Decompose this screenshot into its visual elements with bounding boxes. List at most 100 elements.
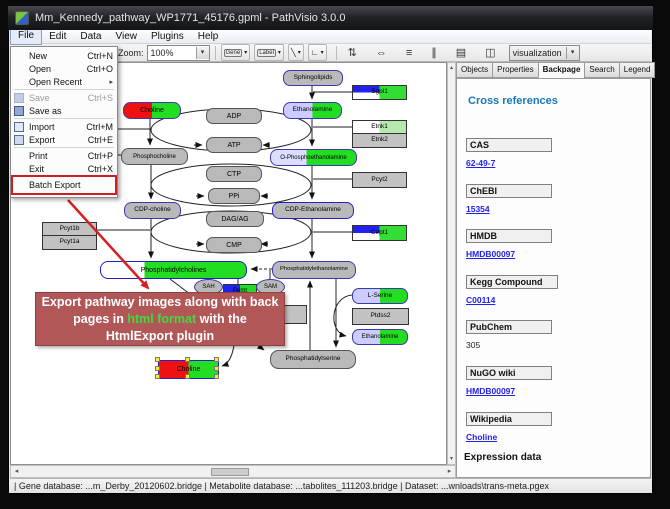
xref-value: 305 <box>466 340 480 350</box>
menu-item-open[interactable]: OpenCtrl+O <box>11 62 117 75</box>
menu-item-save-as[interactable]: Save as <box>11 104 117 117</box>
chevron-down-icon[interactable]: ▾ <box>196 47 209 59</box>
new-file-icon <box>14 51 29 61</box>
tab-backpage[interactable]: Backpage <box>538 62 586 78</box>
pathway-node-choline-top[interactable]: Choline <box>123 102 181 119</box>
label-tool[interactable]: Label▾ <box>254 44 284 61</box>
scroll-right-icon[interactable]: ▸ <box>444 466 455 477</box>
pathway-node-cdp-ethanolamine[interactable]: CDP-Ethanolamine <box>272 202 354 219</box>
xref-link[interactable]: Choline <box>466 432 497 442</box>
line-tool[interactable]: ╲▾ <box>288 44 304 61</box>
menubar-item-file[interactable]: File <box>10 29 42 45</box>
canvas-horizontal-scrollbar[interactable]: ◂ ▸ <box>10 465 456 478</box>
pathway-node-cept1[interactable]: Cept1 <box>352 225 407 241</box>
menubar-item-data[interactable]: Data <box>73 30 108 44</box>
xref-link[interactable]: 62-49-7 <box>466 158 495 168</box>
pathway-node-pcyt1a[interactable]: Pcyt1a <box>42 235 97 250</box>
menu-item-open-recent[interactable]: Open Recent▸ <box>11 75 117 88</box>
pathway-node-phosphatidylserine[interactable]: Phosphatidylserine <box>270 350 356 369</box>
status-text: | Gene database: ...m_Derby_20120602.bri… <box>14 481 549 491</box>
pathway-node-phosphatidylethanolamine[interactable]: Phosphatidylethanolamine <box>272 261 356 279</box>
pathway-node-dag-ag[interactable]: DAG/AG <box>206 211 264 227</box>
node-label: CTP <box>227 171 241 178</box>
tab-legend[interactable]: Legend <box>619 62 656 78</box>
selection-handle[interactable] <box>155 374 160 379</box>
connector-tool[interactable]: ∟▾ <box>308 44 327 61</box>
menu-item-print[interactable]: PrintCtrl+P <box>11 149 117 162</box>
pathway-node-cdp-choline[interactable]: CDP-choline <box>124 202 181 219</box>
pathway-node-adp[interactable]: ADP <box>206 108 262 124</box>
align-center-horizontal-icon[interactable]: ⇔ <box>370 45 393 61</box>
common-height-icon[interactable]: ◫ <box>479 45 501 61</box>
node-label: L-Serine <box>368 293 393 300</box>
scroll-down-icon[interactable]: ▾ <box>448 454 455 464</box>
pathway-node-cmp[interactable]: CMP <box>206 237 262 253</box>
scrollbar-thumb[interactable] <box>211 468 249 476</box>
scroll-left-icon[interactable]: ◂ <box>11 466 22 477</box>
node-label: CMP <box>226 242 242 249</box>
canvas-vertical-scrollbar[interactable]: ▴ ▾ <box>447 62 456 465</box>
pathway-node-phosphatidylcholines[interactable]: Phosphatidylcholines <box>100 261 247 279</box>
pathway-node-atp[interactable]: ATP <box>206 137 262 153</box>
distribute-rows-icon[interactable]: ≡ <box>400 45 418 61</box>
selection-handle[interactable] <box>214 357 219 362</box>
save-as-icon <box>14 106 24 116</box>
menubar-item-view[interactable]: View <box>108 30 144 44</box>
selection-handle[interactable] <box>214 366 219 371</box>
pathway-node-ptdss2[interactable]: Ptdss2 <box>352 308 409 325</box>
xref-link[interactable]: HMDB00097 <box>466 386 515 396</box>
align-center-vertical-icon[interactable]: ⇅ <box>342 45 363 61</box>
pathway-node-phosphocholine[interactable]: Phosphocholine <box>121 148 188 165</box>
node-label: Ptdss2 <box>371 313 391 320</box>
status-bar: | Gene database: ...m_Derby_20120602.bri… <box>10 478 651 493</box>
pathway-node-ethanolamine-bottom[interactable]: Ethanolamine <box>352 329 408 345</box>
tab-objects[interactable]: Objects <box>456 62 493 78</box>
xref-link[interactable]: 15354 <box>466 204 490 214</box>
common-width-icon[interactable]: ▤ <box>450 45 472 61</box>
menu-item-batch-export[interactable]: Batch Export <box>11 175 117 195</box>
chevron-down-icon[interactable]: ▾ <box>321 49 324 56</box>
menu-item-new[interactable]: NewCtrl+N <box>11 49 117 62</box>
visualization-combobox[interactable]: visualization ▾ <box>509 45 580 61</box>
pathway-node-ppi[interactable]: PPi <box>208 188 260 204</box>
menu-item-label: Batch Export <box>29 180 81 190</box>
pathway-node-l-serine[interactable]: L-Serine <box>352 288 408 304</box>
chevron-down-icon[interactable]: ▾ <box>566 47 579 59</box>
menubar-item-edit[interactable]: Edit <box>42 30 73 44</box>
gene-node-tool[interactable]: Gene▾ <box>221 44 251 61</box>
node-label: Sphingolipids <box>294 75 333 82</box>
menu-item-export[interactable]: ExportCtrl+E <box>11 133 117 146</box>
xref-link[interactable]: HMDB00097 <box>466 249 515 259</box>
tab-search[interactable]: Search <box>584 62 619 78</box>
pathway-node-o-phosphoethanolamine[interactable]: O-Phosphoethanolamine <box>270 149 357 166</box>
chevron-down-icon[interactable]: ▾ <box>244 49 247 56</box>
menubar-item-help[interactable]: Help <box>191 30 226 44</box>
menu-item-exit[interactable]: ExitCtrl+X <box>11 162 117 175</box>
selection-handle[interactable] <box>185 374 190 379</box>
selection-handle[interactable] <box>155 366 160 371</box>
pathway-node-etnk2[interactable]: Etnk2 <box>352 133 407 148</box>
node-label: Etnk1 <box>371 124 388 131</box>
zoom-combobox[interactable]: 100% ▾ <box>147 45 210 61</box>
xref-section-hmdb: HMDB <box>466 229 552 243</box>
selection-handle[interactable] <box>214 374 219 379</box>
menu-item-import[interactable]: ImportCtrl+M <box>11 120 117 133</box>
pathway-node-ethanolamine-top[interactable]: Ethanolamine <box>283 102 342 119</box>
pathway-node-sgpl1[interactable]: Sgpl1 <box>352 85 407 100</box>
tab-properties[interactable]: Properties <box>492 62 538 78</box>
menu-item-label: Import <box>29 122 55 132</box>
pathway-node-ctp[interactable]: CTP <box>206 166 262 182</box>
distribute-columns-icon[interactable]: ∥ <box>425 45 443 61</box>
chevron-down-icon[interactable]: ▾ <box>278 49 281 56</box>
pathway-node-pcyt2[interactable]: Pcyt2 <box>352 172 407 188</box>
pathvisio-app-icon <box>15 11 29 25</box>
selection-handle[interactable] <box>155 357 160 362</box>
scroll-up-icon[interactable]: ▴ <box>448 63 455 73</box>
title-bar[interactable]: Mm_Kennedy_pathway_WP1771_45176.gpml - P… <box>8 6 653 30</box>
selection-handle[interactable] <box>185 357 190 362</box>
menubar-item-plugins[interactable]: Plugins <box>144 30 191 44</box>
line-tool-glyph: ╲ <box>291 48 296 57</box>
xref-link[interactable]: C00114 <box>466 295 495 305</box>
pathway-node-sphingolipids[interactable]: Sphingolipids <box>283 70 343 86</box>
chevron-down-icon[interactable]: ▾ <box>298 49 301 56</box>
